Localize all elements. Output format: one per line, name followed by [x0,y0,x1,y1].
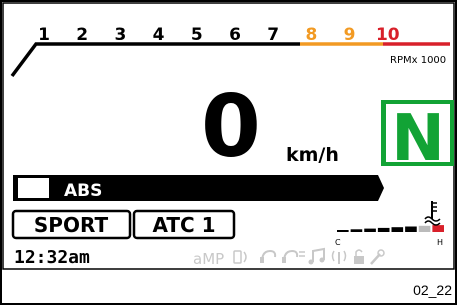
speed-unit: km/h [286,144,339,166]
clock-time: 12:32am [14,247,90,268]
rpm-tick-7: 7 [267,25,279,45]
rpm-tick-6: 6 [229,25,241,45]
rpm-tick-4: 4 [153,25,165,45]
amp-label: aMP [193,250,224,268]
temp-segment [337,230,349,232]
temp-segment [418,225,431,232]
temp-segment [350,229,363,232]
rpm-tick-3: 3 [114,25,126,45]
temp-hot-label: H [437,238,443,247]
traction-label: ATC 1 [152,213,215,237]
rpm-tick-5: 5 [191,25,203,45]
rpm-unit-label: RPMx 1000 [390,55,446,66]
rpm-tick-9: 9 [344,25,356,45]
temp-segment [405,226,417,232]
speed-value: 0 [201,77,261,177]
abs-indicator: ABS [13,175,384,201]
rpm-tick-2: 2 [76,25,88,45]
temp-cold-label: C [335,238,341,247]
rpm-tick-10: 10 [376,25,400,45]
temp-segment [391,227,404,232]
rpm-tick-1: 1 [38,25,50,45]
gear-value: N [391,102,445,176]
mode-label: SPORT [34,213,109,237]
rpm-tick-8: 8 [305,25,317,45]
instrument-cluster: 1 2 3 4 5 6 7 8 9 10 RPMx 1000 0 km/h N ABS SPORT… [0,0,457,305]
temp-segment [377,227,390,232]
abs-label: ABS [64,181,102,201]
temp-segment [432,225,444,232]
gear-indicator: N [381,100,454,176]
abs-white-block [18,178,49,198]
figure-caption: 02_22 [413,282,452,298]
temp-segment [364,228,376,232]
